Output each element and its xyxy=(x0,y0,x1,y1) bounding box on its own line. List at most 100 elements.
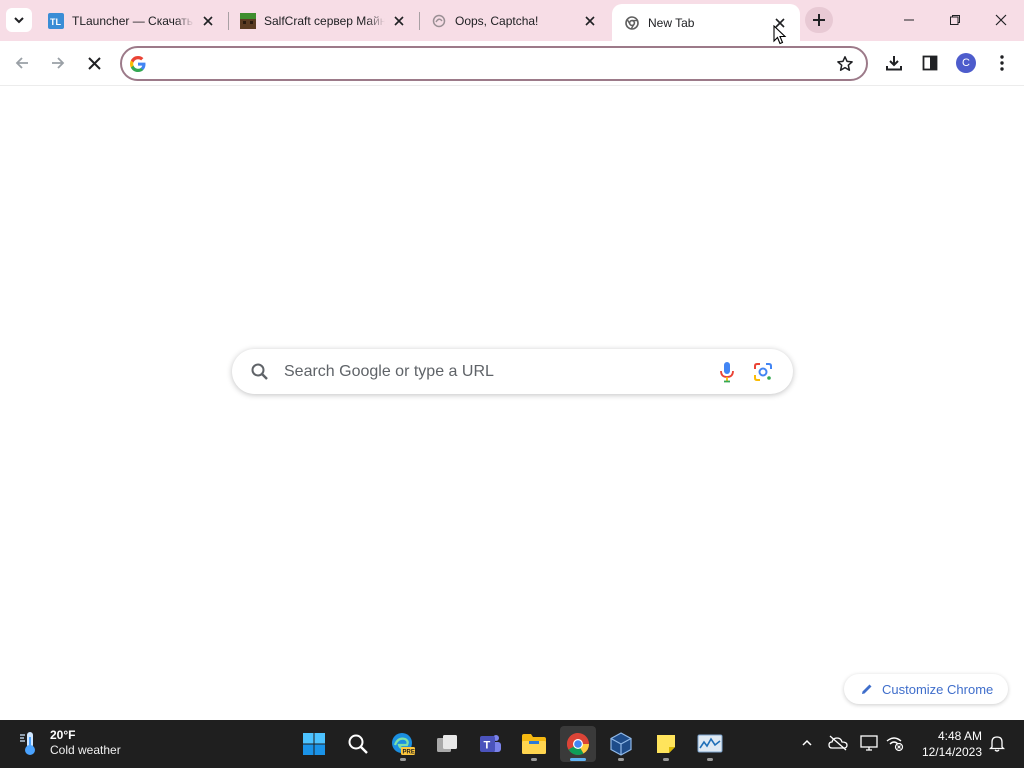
bell-icon xyxy=(989,736,1005,752)
running-indicator xyxy=(618,758,624,761)
chrome-icon xyxy=(567,733,589,755)
svg-text:PRE: PRE xyxy=(403,750,415,756)
tab-title: Oops, Captcha! xyxy=(455,13,539,28)
running-indicator xyxy=(400,758,406,761)
mouse-cursor-icon xyxy=(773,25,787,45)
file-explorer-icon xyxy=(522,734,546,754)
close-window-button[interactable] xyxy=(978,0,1024,40)
task-view-icon xyxy=(437,735,457,752)
taskbar-virtualbox[interactable] xyxy=(603,726,639,762)
google-g-icon xyxy=(130,56,146,72)
close-icon[interactable] xyxy=(582,13,598,29)
clock-time: 4:48 AM xyxy=(937,729,982,743)
more-vertical-icon xyxy=(1000,55,1004,71)
weather-temperature: 20°F xyxy=(50,728,76,742)
search-icon xyxy=(348,734,368,754)
plus-icon xyxy=(813,14,825,26)
download-icon xyxy=(886,56,902,71)
notifications-button[interactable] xyxy=(986,732,1008,754)
close-icon xyxy=(87,56,101,70)
menu-button[interactable] xyxy=(987,48,1017,78)
svg-text:T: T xyxy=(484,740,491,752)
teams-icon: T xyxy=(480,735,501,752)
customize-chrome-label: Customize Chrome xyxy=(882,681,994,697)
globe-icon xyxy=(431,13,447,29)
display-tray-button[interactable] xyxy=(858,732,880,754)
arrow-right-icon xyxy=(52,57,65,69)
back-button[interactable] xyxy=(7,48,37,78)
tab-strip: TL TLauncher — Скачать SalfCraft сервер … xyxy=(0,0,1024,41)
forward-button[interactable] xyxy=(43,48,73,78)
tab-tlauncher[interactable]: TL TLauncher — Скачать xyxy=(36,0,228,41)
customize-chrome-button[interactable]: Customize Chrome xyxy=(844,674,1008,704)
minecraft-icon xyxy=(240,12,256,29)
stop-loading-button[interactable] xyxy=(79,48,109,78)
taskbar-resource-monitor[interactable] xyxy=(692,726,728,762)
arrow-left-icon xyxy=(15,57,28,69)
tlauncher-icon: TL xyxy=(48,12,64,29)
minimize-icon xyxy=(904,19,914,21)
windows-start-icon xyxy=(303,733,325,755)
close-icon[interactable] xyxy=(391,13,407,29)
close-icon[interactable] xyxy=(200,13,216,29)
google-lens-icon[interactable] xyxy=(752,361,774,383)
address-bar[interactable] xyxy=(120,46,868,81)
downloads-button[interactable] xyxy=(879,48,909,78)
taskbar-task-view[interactable] xyxy=(429,726,465,762)
profile-button[interactable]: C xyxy=(951,48,981,78)
ntp-search-placeholder: Search Google or type a URL xyxy=(284,363,494,380)
edge-preview-icon: PRE xyxy=(392,733,415,756)
taskbar-file-explorer[interactable] xyxy=(516,726,552,762)
weather-widget[interactable]: 20°F Cold weather xyxy=(16,728,121,758)
network-disconnected-icon xyxy=(886,737,904,752)
minimize-button[interactable] xyxy=(886,0,932,40)
windows-taskbar: 20°F Cold weather PRE T 4:48 AM 12/14/20… xyxy=(0,720,1024,768)
chrome-icon xyxy=(624,15,640,31)
restore-icon xyxy=(950,15,960,25)
monitor-icon xyxy=(860,735,878,751)
taskbar-edge-preview[interactable]: PRE xyxy=(385,726,421,762)
avatar: C xyxy=(956,53,976,73)
address-input[interactable] xyxy=(158,54,818,74)
new-tab-button[interactable] xyxy=(805,7,833,33)
side-panel-icon xyxy=(922,55,938,71)
show-hidden-icons-button[interactable] xyxy=(796,732,818,754)
virtualbox-icon xyxy=(610,732,632,756)
running-indicator xyxy=(570,758,586,761)
system-clock[interactable]: 4:48 AM 12/14/2023 xyxy=(914,728,982,760)
tab-oops-captcha[interactable]: Oops, Captcha! xyxy=(419,0,610,41)
tab-title: New Tab xyxy=(648,15,695,30)
star-bookmark-icon[interactable] xyxy=(836,55,854,73)
browser-toolbar: C xyxy=(0,41,1024,86)
side-panel-button[interactable] xyxy=(915,48,945,78)
network-tray-button[interactable] xyxy=(884,732,906,754)
tab-search-button[interactable] xyxy=(6,8,32,32)
svg-text:TL: TL xyxy=(50,17,61,27)
start-button[interactable] xyxy=(296,726,332,762)
taskbar-teams[interactable]: T xyxy=(472,726,508,762)
taskbar-search-button[interactable] xyxy=(340,726,376,762)
resource-monitor-icon xyxy=(697,734,723,753)
running-indicator xyxy=(707,758,713,761)
chevron-up-icon xyxy=(802,739,812,746)
tab-title: TLauncher — Скачать xyxy=(72,13,194,28)
chevron-down-icon xyxy=(14,17,24,24)
cloud-off-icon xyxy=(828,735,848,751)
close-icon xyxy=(995,14,1007,26)
thermometer-icon xyxy=(20,732,35,755)
microphone-icon[interactable] xyxy=(718,361,736,383)
ntp-search-box[interactable]: Search Google or type a URL xyxy=(232,349,793,394)
weather-condition: Cold weather xyxy=(50,743,121,757)
tab-new-tab[interactable]: New Tab xyxy=(612,4,800,41)
running-indicator xyxy=(663,758,669,761)
running-indicator xyxy=(531,758,537,761)
search-icon xyxy=(251,363,268,380)
tab-salfcraft[interactable]: SalfCraft сервер Майн xyxy=(228,0,419,41)
onedrive-tray-button[interactable] xyxy=(827,732,849,754)
pencil-icon xyxy=(862,684,872,694)
restore-button[interactable] xyxy=(932,0,978,40)
taskbar-chrome[interactable] xyxy=(560,726,596,762)
tab-title: SalfCraft сервер Майн xyxy=(264,13,385,28)
sticky-notes-icon xyxy=(657,735,675,753)
taskbar-sticky-notes[interactable] xyxy=(648,726,684,762)
